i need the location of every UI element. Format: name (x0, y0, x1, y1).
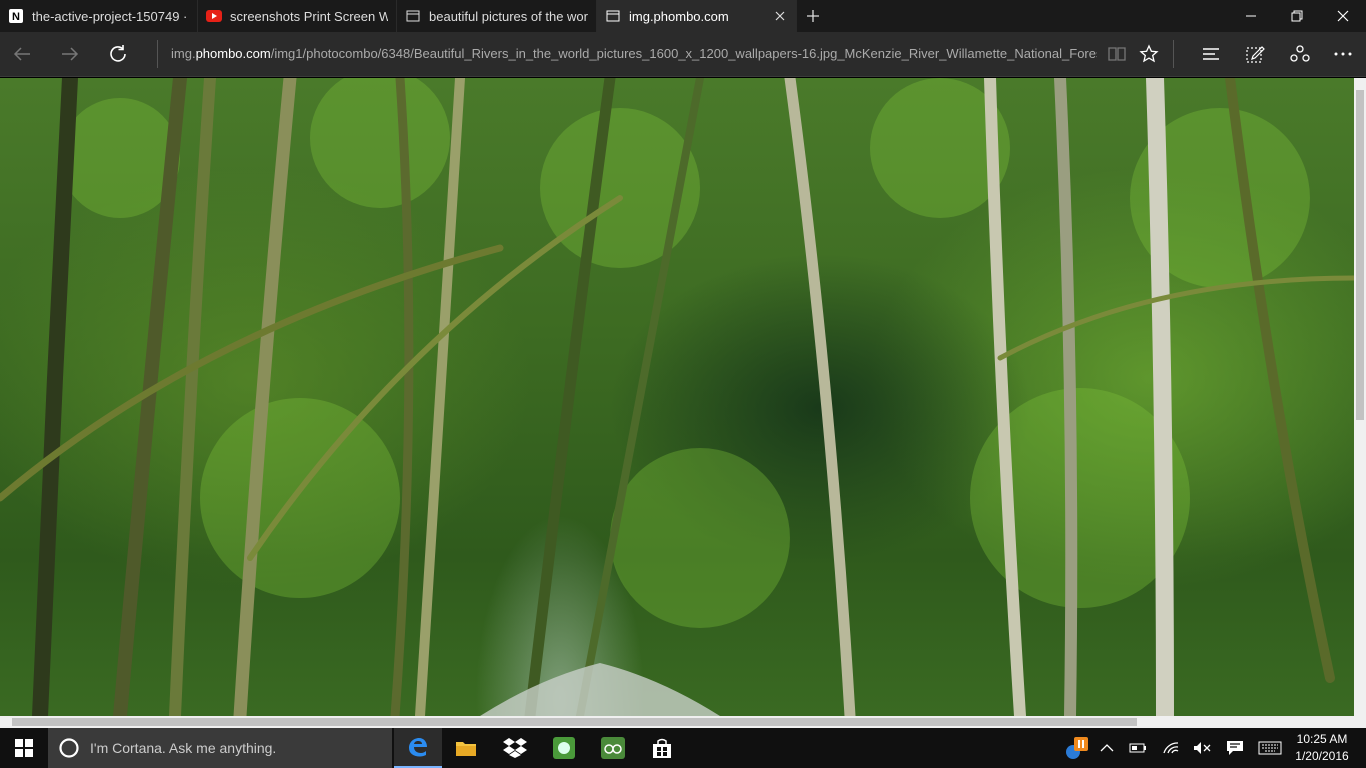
tripadvisor-taskbar-button[interactable] (589, 728, 637, 768)
tab-beautiful-pictures[interactable]: beautiful pictures of the wor (397, 0, 597, 32)
page-icon (605, 8, 621, 24)
alert-badge-icon (1066, 737, 1088, 759)
address-prefix: img. (171, 46, 196, 61)
cortana-placeholder: I'm Cortana. Ask me anything. (90, 740, 277, 756)
tab-title: img.phombo.com (629, 8, 729, 24)
clock-date: 1/20/2016 (1295, 749, 1349, 763)
horizontal-scrollbar[interactable] (0, 716, 1366, 728)
restore-button[interactable] (1274, 0, 1320, 32)
forward-button[interactable] (53, 38, 87, 70)
navigation-bar: img.phombo.com/img1/photocombo/6348/Beau… (0, 32, 1366, 77)
store-taskbar-button[interactable] (638, 728, 686, 768)
edge-taskbar-button[interactable] (394, 728, 442, 768)
refresh-button[interactable] (101, 38, 135, 70)
cortana-icon (59, 738, 79, 758)
address-bar[interactable]: img.phombo.com/img1/photocombo/6348/Beau… (157, 40, 1097, 68)
reading-view-icon[interactable] (1100, 38, 1134, 70)
volume-muted-icon[interactable] (1189, 728, 1215, 768)
cortana-search-box[interactable]: I'm Cortana. Ask me anything. (48, 728, 392, 768)
more-menu-icon[interactable] (1326, 38, 1360, 70)
tab-phombo[interactable]: img.phombo.com (597, 0, 797, 32)
favorite-star-icon[interactable] (1132, 38, 1166, 70)
tab-title: the-active-project-150749 · (32, 8, 188, 24)
tab-bar: N the-active-project-150749 · screenshot… (0, 0, 1366, 32)
store-icon (653, 738, 671, 758)
youtube-icon (206, 8, 222, 24)
share-icon[interactable] (1283, 38, 1317, 70)
folder-icon (456, 742, 476, 756)
start-button[interactable] (0, 728, 48, 768)
svg-text:N: N (12, 11, 20, 23)
hub-icon[interactable] (1194, 38, 1228, 70)
tab-notion[interactable]: N the-active-project-150749 · (0, 0, 198, 32)
horizontal-scroll-thumb[interactable] (12, 718, 1137, 726)
tripadvisor-icon (601, 737, 625, 759)
dropbox-taskbar-button[interactable] (491, 728, 539, 768)
forest-river-photo (0, 78, 1354, 716)
close-window-button[interactable] (1320, 0, 1366, 32)
evernote-taskbar-button[interactable] (540, 728, 588, 768)
web-note-icon[interactable] (1238, 38, 1272, 70)
clock-time: 10:25 AM (1296, 732, 1348, 746)
action-center-icon[interactable] (1222, 728, 1248, 768)
tab-youtube[interactable]: screenshots Print Screen Wi (198, 0, 397, 32)
new-tab-button[interactable] (797, 0, 829, 32)
evernote-icon (553, 737, 575, 759)
minimize-button[interactable] (1228, 0, 1274, 32)
address-path: /img1/photocombo/6348/Beautiful_Rivers_i… (270, 46, 1097, 61)
tab-title: screenshots Print Screen Wi (230, 8, 388, 24)
keyboard-icon[interactable] (1255, 728, 1285, 768)
edge-icon (409, 738, 427, 757)
vertical-scroll-thumb[interactable] (1356, 90, 1364, 420)
wifi-icon[interactable] (1158, 728, 1184, 768)
system-clock[interactable]: 10:25 AM 1/20/2016 (1292, 731, 1352, 765)
battery-icon[interactable] (1126, 728, 1150, 768)
window-controls (1228, 0, 1366, 32)
back-button[interactable] (5, 38, 39, 70)
file-explorer-taskbar-button[interactable] (442, 728, 490, 768)
forest-illustration (0, 78, 1354, 716)
taskbar: I'm Cortana. Ask me anything. 10:25 AM 1… (0, 728, 1366, 768)
windows-logo-icon (15, 739, 33, 757)
address-domain: phombo.com (195, 46, 271, 61)
page-icon (405, 8, 421, 24)
notion-icon: N (8, 8, 24, 24)
notification-app-tray-icon[interactable] (1062, 728, 1092, 768)
tab-title: beautiful pictures of the wor (429, 8, 588, 24)
show-hidden-icons-chevron-icon[interactable] (1096, 728, 1118, 768)
close-tab-icon[interactable] (772, 8, 788, 24)
vertical-scrollbar[interactable] (1354, 78, 1366, 716)
dropbox-icon (503, 738, 527, 758)
